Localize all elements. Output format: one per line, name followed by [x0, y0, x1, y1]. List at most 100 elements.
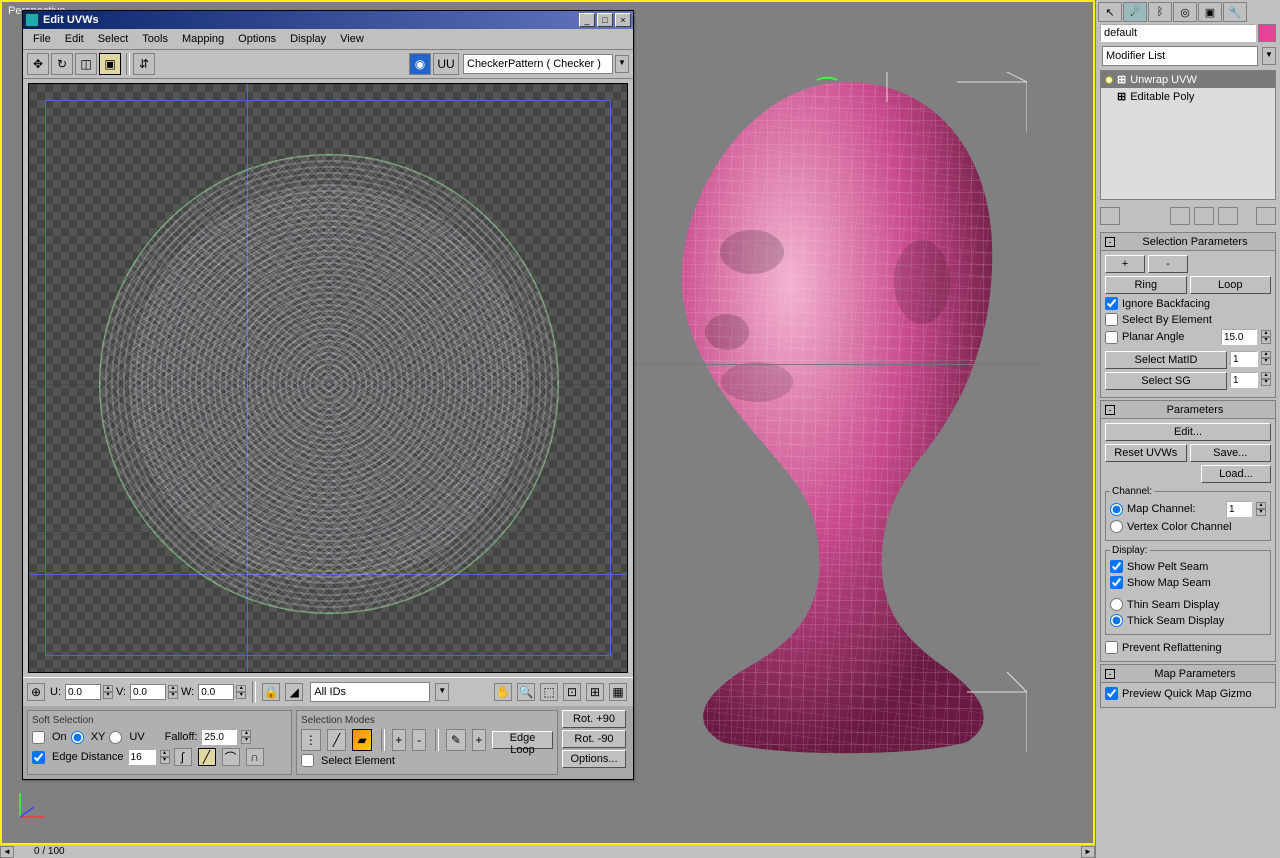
soft-on-checkbox[interactable]	[32, 731, 45, 744]
matid-input[interactable]	[1230, 351, 1258, 367]
menu-edit[interactable]: Edit	[59, 31, 90, 47]
timeline-scrollbar[interactable]: ◄ 0 / 100 ►	[0, 845, 1095, 858]
shrink-selection-button[interactable]: -	[1148, 255, 1188, 273]
edge-distance-input[interactable]	[128, 749, 156, 765]
map-toggle-icon[interactable]: ◉	[409, 53, 431, 75]
uv-mesh-cluster[interactable]	[99, 154, 559, 614]
maximize-button[interactable]: □	[597, 13, 613, 27]
modify-tab-icon[interactable]: ☄	[1123, 2, 1147, 22]
scroll-left-icon[interactable]: ◄	[0, 846, 14, 858]
menu-options[interactable]: Options	[232, 31, 282, 47]
load-button[interactable]: Load...	[1201, 465, 1271, 483]
motion-tab-icon[interactable]: ◎	[1173, 2, 1197, 22]
modifier-item-editable-poly[interactable]: ⊞ Editable Poly	[1101, 88, 1275, 105]
menu-view[interactable]: View	[334, 31, 370, 47]
freeform-icon[interactable]: ▣	[99, 53, 121, 75]
falloff-input[interactable]	[201, 729, 237, 745]
ignore-backfacing-checkbox[interactable]	[1105, 297, 1118, 310]
grow-selection-icon[interactable]: +	[392, 729, 406, 751]
thin-seam-radio[interactable]	[1110, 598, 1123, 611]
object-name-input[interactable]	[1100, 24, 1256, 42]
mesh-head[interactable]	[647, 72, 1027, 762]
utilities-tab-icon[interactable]: 🔧	[1223, 2, 1247, 22]
minimize-button[interactable]: _	[579, 13, 595, 27]
zoom-icon[interactable]: 🔍	[517, 683, 535, 701]
options-button[interactable]: Options...	[562, 750, 626, 768]
v-spinner[interactable]: V: ▴▾	[116, 684, 178, 700]
select-by-element-checkbox[interactable]	[1105, 313, 1118, 326]
zoom-region-icon[interactable]: ⬚	[540, 683, 558, 701]
menu-file[interactable]: File	[27, 31, 57, 47]
configure-sets-icon[interactable]	[1256, 207, 1276, 225]
save-button[interactable]: Save...	[1190, 444, 1272, 462]
paint-select-icon[interactable]: ✎	[446, 729, 466, 751]
absolute-toggle-icon[interactable]: ⊕	[27, 683, 45, 701]
rollout-header[interactable]: - Parameters	[1101, 401, 1275, 419]
hierarchy-tab-icon[interactable]: ᛒ	[1148, 2, 1172, 22]
soft-xy-radio[interactable]	[71, 731, 84, 744]
falloff-curve-smooth-icon[interactable]: ∫	[174, 748, 192, 766]
map-channel-input[interactable]	[1226, 501, 1252, 517]
show-pelt-seam-checkbox[interactable]	[1110, 560, 1123, 573]
menu-display[interactable]: Display	[284, 31, 332, 47]
modifier-stack[interactable]: ⊞ Unwrap UVW ⊞ Editable Poly	[1100, 70, 1276, 200]
move-icon[interactable]: ✥	[27, 53, 49, 75]
planar-angle-checkbox[interactable]	[1105, 331, 1118, 344]
show-map-seam-checkbox[interactable]	[1110, 576, 1123, 589]
select-element-checkbox[interactable]	[301, 754, 314, 767]
vertex-subobj-icon[interactable]: ⋮	[301, 729, 321, 751]
falloff-curve-linear-icon[interactable]: ╱	[198, 748, 216, 766]
map-channel-radio[interactable]	[1110, 503, 1123, 516]
modifier-list-field[interactable]: Modifier List ▼	[1100, 46, 1276, 66]
show-end-result-icon[interactable]	[1170, 207, 1190, 225]
lock-icon[interactable]: 🔒	[262, 683, 280, 701]
dropdown-arrow-icon[interactable]: ▼	[1262, 47, 1276, 65]
modifier-item-unwrap[interactable]: ⊞ Unwrap UVW	[1101, 71, 1275, 88]
zoom-extents-icon[interactable]: ⊡	[563, 683, 581, 701]
ring-button[interactable]: Ring	[1105, 276, 1187, 294]
matid-dropdown[interactable]: All IDs	[310, 682, 430, 702]
uv-badge[interactable]: UU	[433, 53, 459, 75]
thick-seam-radio[interactable]	[1110, 614, 1123, 627]
mirror-icon[interactable]: ⇵	[133, 53, 155, 75]
dropdown-arrow-icon[interactable]: ▼	[615, 55, 629, 73]
face-subobj-icon[interactable]: ▰	[352, 729, 372, 751]
planar-angle-input[interactable]	[1221, 329, 1257, 345]
scroll-right-icon[interactable]: ►	[1081, 846, 1095, 858]
sg-input[interactable]	[1230, 372, 1258, 388]
grow-selection-button[interactable]: +	[1105, 255, 1145, 273]
object-color-swatch[interactable]	[1258, 24, 1276, 42]
falloff-curve-dome-icon[interactable]: ∩	[246, 748, 264, 766]
edge-subobj-icon[interactable]: ╱	[327, 729, 347, 751]
rotate-minus90-button[interactable]: Rot. -90	[562, 730, 626, 748]
scale-icon[interactable]: ◫	[75, 53, 97, 75]
snap-icon[interactable]: ⊞	[586, 683, 604, 701]
edit-button[interactable]: Edit...	[1105, 423, 1271, 441]
rollout-header[interactable]: - Map Parameters	[1101, 665, 1275, 683]
dropdown-arrow-icon[interactable]: ▼	[435, 683, 449, 701]
u-spinner[interactable]: U: ▴▾	[50, 684, 113, 700]
remove-modifier-icon[interactable]	[1218, 207, 1238, 225]
preview-gizmo-checkbox[interactable]	[1105, 687, 1118, 700]
prevent-reflatten-checkbox[interactable]	[1105, 641, 1118, 654]
menu-select[interactable]: Select	[92, 31, 135, 47]
falloff-curve-sharp-icon[interactable]: ⌒	[222, 748, 240, 766]
rotate-plus90-button[interactable]: Rot. +90	[562, 710, 626, 728]
pin-stack-icon[interactable]	[1100, 207, 1120, 225]
reset-uvws-button[interactable]: Reset UVWs	[1105, 444, 1187, 462]
edge-distance-checkbox[interactable]	[32, 751, 45, 764]
shrink-selection-icon[interactable]: -	[412, 729, 426, 751]
pan-icon[interactable]: ✋	[494, 683, 512, 701]
display-tab-icon[interactable]: ▣	[1198, 2, 1222, 22]
rollout-header[interactable]: - Selection Parameters	[1101, 233, 1275, 251]
vertex-color-radio[interactable]	[1110, 520, 1123, 533]
rotate-icon[interactable]: ↻	[51, 53, 73, 75]
bulb-icon[interactable]	[1105, 76, 1113, 84]
make-unique-icon[interactable]	[1194, 207, 1214, 225]
select-sg-button[interactable]: Select SG	[1105, 372, 1227, 390]
uv-canvas[interactable]	[28, 83, 628, 673]
paint-grow-icon[interactable]: +	[472, 729, 486, 751]
paint-icon[interactable]: ◢	[285, 683, 303, 701]
titlebar[interactable]: Edit UVWs _ □ ×	[23, 11, 633, 29]
menu-tools[interactable]: Tools	[136, 31, 174, 47]
